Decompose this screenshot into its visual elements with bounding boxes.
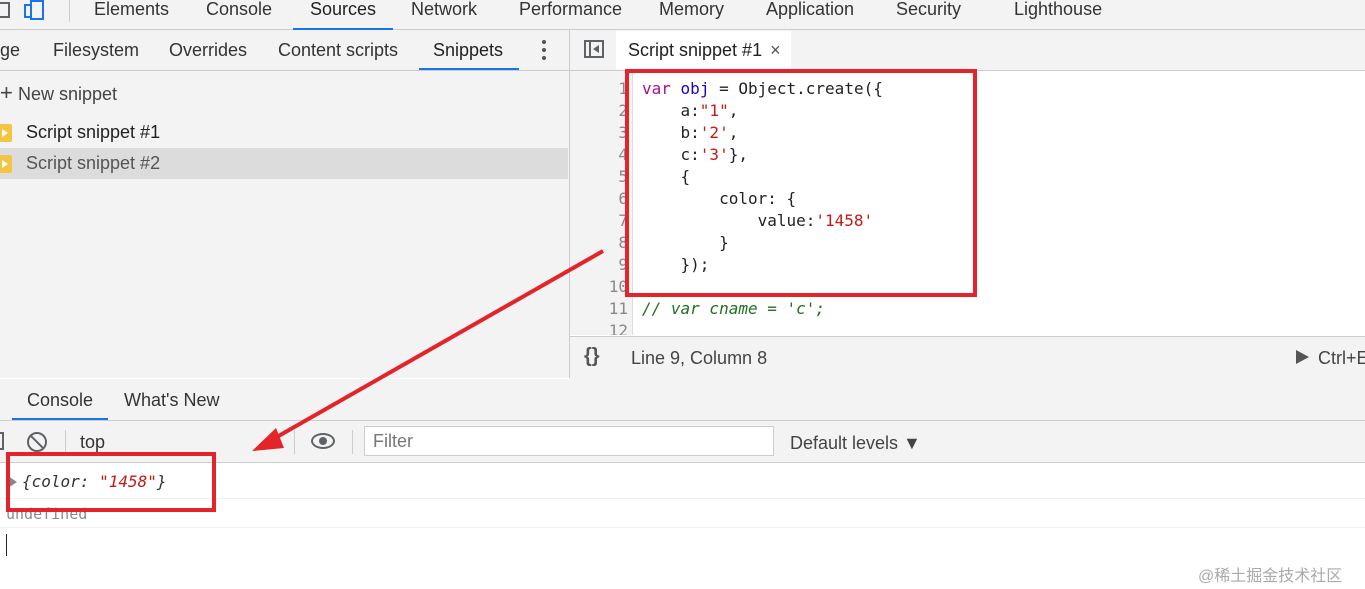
drawer-tabbar: Console What's New [0,379,1365,421]
line-number: 5 [618,167,628,186]
line-number-gutter: 1 2 3 4 5 6 7 8 9 10 11 12 [570,71,633,335]
tab-page[interactable]: ge [0,40,20,61]
tab-performance[interactable]: Performance [519,0,622,28]
more-options-icon[interactable] [542,40,546,64]
clear-console-icon[interactable] [27,432,47,452]
tab-console[interactable]: Console [206,0,272,28]
watermark: @稀土掘金技术社区 [1198,568,1343,585]
snippet-item-1[interactable]: Script snippet #1 [0,117,568,148]
cursor-position: Line 9, Column 8 [631,348,768,368]
code-highlight-box [625,69,977,297]
log-levels-dropdown[interactable]: Default levels ▼ [790,433,921,454]
line-number: 7 [618,211,628,230]
code-line-11: // var cname = 'c'; [642,299,826,318]
editor-tab-script-snippet-1[interactable]: Script snippet #1 × [616,31,791,69]
new-snippet-button[interactable]: + New snippet [0,79,117,107]
line-number: 11 [608,299,628,318]
plus-icon: + [0,80,13,105]
drawer-tab-console[interactable]: Console [27,390,93,411]
tab-overrides[interactable]: Overrides [169,40,247,61]
drawer-tab-whats-new[interactable]: What's New [124,390,219,411]
live-expression-eye-icon[interactable] [311,433,335,449]
line-number: 10 [608,277,628,296]
navigator-tabbar: ge Filesystem Overrides Content scripts … [0,30,569,71]
line-number: 8 [618,233,628,252]
inspect-icon[interactable] [0,2,10,18]
run-shortcut-label[interactable]: Ctrl+E [1318,348,1365,369]
tab-content-scripts[interactable]: Content scripts [278,40,398,61]
editor-tab-label: Script snippet #1 [628,40,763,60]
console-sidebar-icon[interactable] [0,432,4,450]
snippet-file-icon [0,155,12,173]
device-toolbar-icon[interactable] [24,0,46,20]
context-selector[interactable]: top [80,432,280,454]
snippet-item-label: Script snippet #1 [26,122,161,142]
tab-memory[interactable]: Memory [659,0,724,28]
line-number: 1 [618,79,628,98]
line-number: 2 [618,101,628,120]
devtools-main-tabbar: Elements Console Sources Network Perform… [0,0,1365,30]
toggle-navigator-icon[interactable] [584,40,604,58]
snippet-item-2[interactable]: Script snippet #2 [0,148,568,179]
line-number: 9 [618,255,628,274]
line-number: 6 [618,189,628,208]
chevron-down-icon [268,437,278,445]
line-number: 4 [618,145,628,164]
tab-elements[interactable]: Elements [94,0,169,28]
line-number: 12 [608,321,628,335]
pretty-print-icon[interactable]: {} [584,345,600,368]
snippet-item-label: Script snippet #2 [26,153,161,173]
run-snippet-icon[interactable] [1296,350,1309,364]
filter-input[interactable] [364,426,774,456]
tab-network[interactable]: Network [411,0,477,28]
tab-lighthouse[interactable]: Lighthouse [1014,0,1102,28]
new-snippet-label: New snippet [18,84,118,104]
console-prompt-caret[interactable] [6,534,7,556]
tab-security[interactable]: Security [896,0,961,28]
output-highlight-box [6,452,216,512]
tab-sources[interactable]: Sources [293,0,394,30]
snippet-file-icon [0,124,12,142]
tab-filesystem[interactable]: Filesystem [53,40,139,61]
close-icon[interactable]: × [770,40,781,60]
navigator-pane: ge Filesystem Overrides Content scripts … [0,30,570,378]
active-tab-indicator [12,418,108,420]
tab-snippets[interactable]: Snippets [433,40,503,61]
tab-application[interactable]: Application [766,0,854,28]
active-tab-indicator [419,68,519,70]
line-number: 3 [618,123,628,142]
